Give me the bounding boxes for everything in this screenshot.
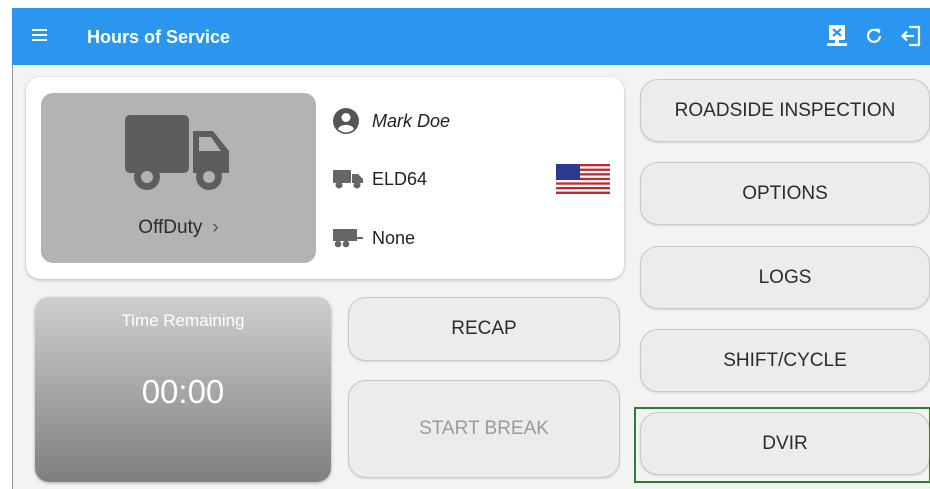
account-icon	[332, 107, 366, 135]
disconnect-eld-icon[interactable]	[823, 22, 851, 50]
main-content: OffDuty › Mark Doe ELD64 None Time Remai…	[12, 65, 930, 489]
logs-button[interactable]: LOGS	[640, 246, 930, 309]
driver-status-card: OffDuty › Mark Doe ELD64 None	[26, 77, 624, 279]
page-title: Hours of Service	[87, 27, 231, 47]
vehicle-name: ELD64	[372, 168, 428, 189]
time-remaining-value: 00:00	[141, 373, 225, 410]
trailer-icon	[332, 224, 366, 252]
truck-icon	[125, 115, 229, 190]
vehicle-icon	[332, 165, 366, 193]
driver-name: Mark Doe	[372, 110, 451, 131]
start-break-button[interactable]: START BREAK	[348, 380, 620, 478]
time-remaining-label: Time Remaining	[121, 311, 245, 330]
vehicle-row: ELD64	[332, 165, 427, 193]
chevron-right-icon: ›	[212, 217, 219, 238]
app-bar: Hours of Service	[12, 8, 930, 65]
roadside-inspection-button[interactable]: ROADSIDE INSPECTION	[640, 79, 930, 142]
time-remaining-panel: Time Remaining 00:00	[35, 297, 331, 482]
duty-status-button[interactable]: OffDuty ›	[41, 93, 316, 263]
driver-row: Mark Doe	[332, 107, 450, 135]
us-flag-icon	[556, 164, 610, 194]
trailer-name: None	[372, 227, 416, 248]
duty-status-label: OffDuty ›	[138, 217, 219, 238]
recap-button[interactable]: RECAP	[348, 297, 620, 361]
options-button[interactable]: OPTIONS	[640, 162, 930, 225]
trailer-row: None	[332, 224, 415, 252]
dvir-button[interactable]: DVIR	[640, 412, 930, 475]
refresh-icon[interactable]	[860, 22, 888, 50]
logout-icon[interactable]	[897, 22, 925, 50]
menu-icon[interactable]	[32, 26, 54, 46]
shift-cycle-button[interactable]: SHIFT/CYCLE	[640, 329, 930, 392]
